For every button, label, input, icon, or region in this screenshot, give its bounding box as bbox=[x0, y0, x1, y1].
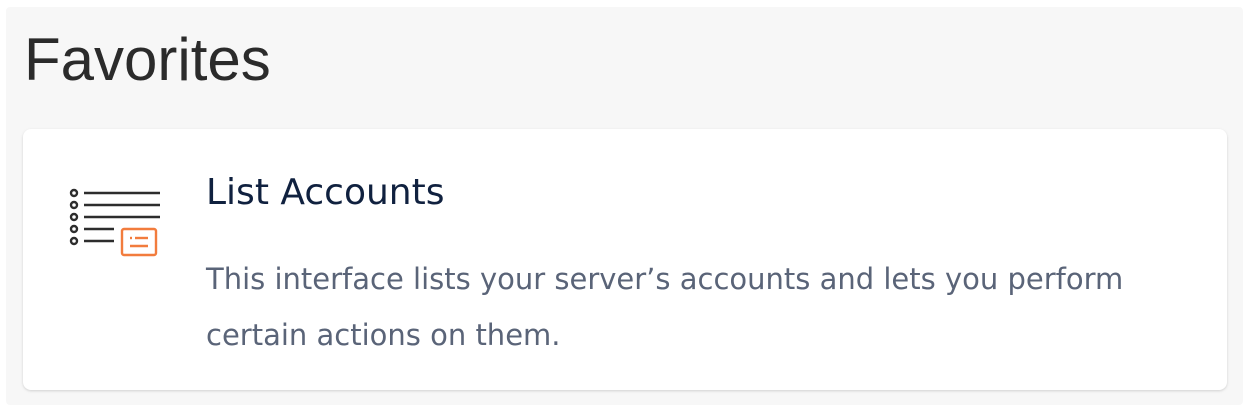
list-accounts-icon bbox=[69, 188, 160, 257]
favorites-section: Favorites List Accounts This interface l… bbox=[6, 7, 1243, 405]
card-title[interactable]: List Accounts bbox=[206, 171, 444, 215]
section-title: Favorites bbox=[24, 26, 271, 93]
favorite-card-list-accounts[interactable]: List Accounts This interface lists your … bbox=[23, 129, 1227, 390]
card-description: This interface lists your server’s accou… bbox=[206, 262, 1124, 352]
